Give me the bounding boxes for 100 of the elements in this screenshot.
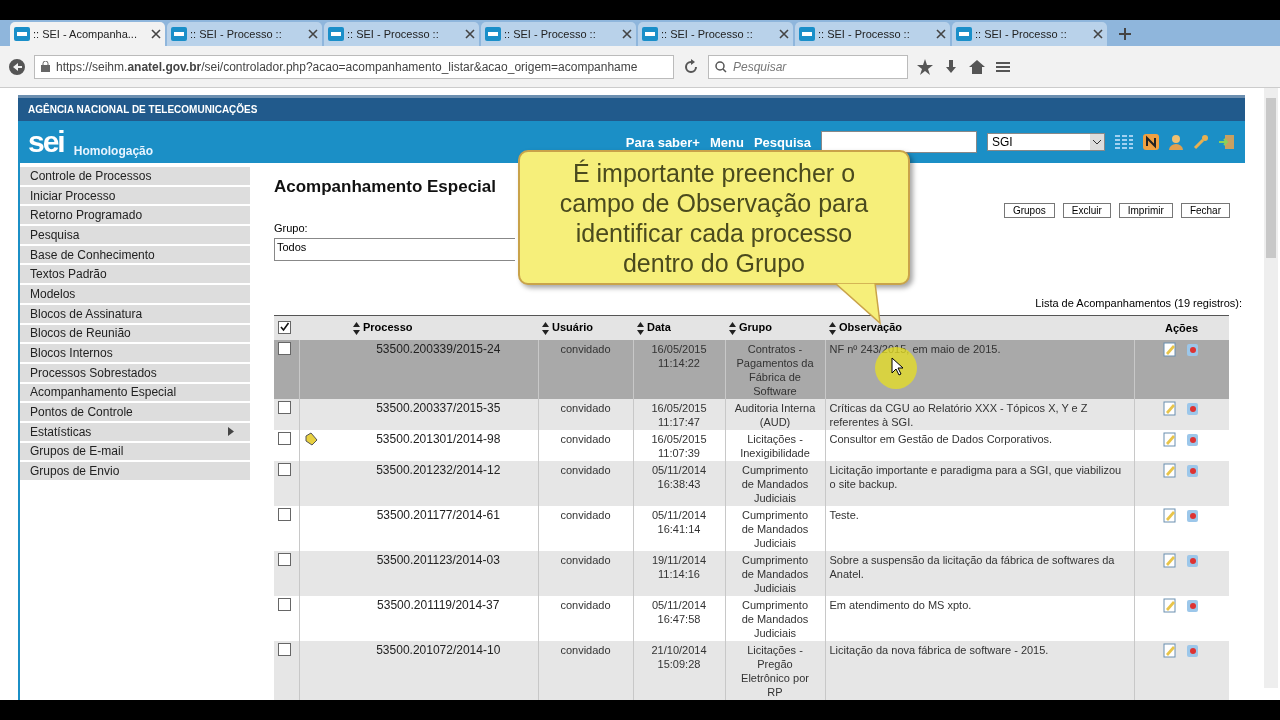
process-link[interactable]: 53500.201301/2014-98	[343, 432, 534, 446]
reload-icon[interactable]	[682, 57, 700, 76]
sort-icon[interactable]	[637, 321, 644, 335]
new-tab-icon[interactable]	[1119, 28, 1131, 40]
browser-tab[interactable]: :: SEI - Processo ::	[952, 22, 1107, 46]
remove-icon[interactable]	[1185, 508, 1201, 523]
row-checkbox[interactable]	[278, 598, 291, 611]
row-checkbox[interactable]	[278, 401, 291, 414]
row-checkbox[interactable]	[278, 643, 291, 656]
sort-icon[interactable]	[729, 321, 736, 335]
process-link[interactable]: 53500.200339/2015-24	[343, 342, 534, 356]
sidebar-item[interactable]: Processos Sobrestados	[20, 363, 250, 382]
sort-icon[interactable]	[353, 321, 360, 335]
sidebar-item[interactable]: Grupos de Envio	[20, 462, 250, 480]
sidebar-item[interactable]: Acompanhamento Especial	[20, 383, 250, 402]
sidebar-item[interactable]: Grupos de E-mail	[20, 442, 250, 461]
process-link[interactable]: 53500.201232/2014-12	[343, 463, 534, 477]
sort-icon[interactable]	[829, 321, 836, 335]
observation-text: Sobre a suspensão da licitação da fábrica de softwares da Anatel.	[829, 554, 1115, 580]
column-header[interactable]: Grupo	[739, 321, 772, 334]
unit-select[interactable]: SGI	[987, 133, 1105, 151]
date-text: 16/05/2015 11:07:39	[650, 432, 708, 460]
process-link[interactable]: 53500.201177/2014-61	[343, 508, 534, 522]
sidebar-item[interactable]: Blocos de Reunião	[20, 324, 250, 343]
sort-icon[interactable]	[542, 321, 549, 335]
back-icon[interactable]	[8, 57, 26, 76]
process-link[interactable]: 53500.201119/2014-37	[343, 598, 534, 612]
browser-tab[interactable]: :: SEI - Acompanha...	[10, 22, 165, 46]
group-text: Cumprimento de Mandados Judiciais	[741, 464, 809, 504]
header-link[interactable]: Para saber+	[625, 134, 700, 150]
action-button[interactable]: Imprimir	[1118, 203, 1173, 218]
remove-icon[interactable]	[1185, 643, 1201, 658]
process-link[interactable]: 53500.201072/2014-10	[343, 643, 534, 657]
row-checkbox[interactable]	[278, 432, 291, 445]
address-bar[interactable]: https://seihm.anatel.gov.br/sei/controlador.php?acao=acompanhamento_listar&acao_origem=acompanhame	[34, 54, 674, 79]
home-icon[interactable]	[968, 57, 986, 76]
process-link[interactable]: 53500.200337/2015-35	[343, 401, 534, 415]
close-icon[interactable]	[151, 29, 161, 39]
group-text: Cumprimento de Mandados Judiciais	[741, 509, 809, 549]
sidebar-item[interactable]: Controle de Processos	[20, 167, 250, 185]
date-text: 05/11/2014 16:47:58	[650, 598, 708, 626]
browser-tab[interactable]: :: SEI - Processo ::	[481, 22, 636, 46]
browser-tab[interactable]: :: SEI - Processo ::	[167, 22, 322, 46]
favicon-icon	[799, 27, 815, 41]
annotation-icon[interactable]	[303, 432, 318, 446]
favicon-icon	[14, 27, 30, 41]
row-checkbox[interactable]	[278, 342, 291, 355]
edit-document-icon[interactable]	[1163, 342, 1178, 357]
sidebar-item[interactable]: Estatísticas	[20, 422, 250, 441]
action-button[interactable]: Grupos	[1003, 203, 1055, 218]
sidebar-item[interactable]: Modelos	[20, 285, 250, 303]
column-header[interactable]: Observação	[839, 321, 902, 334]
column-header[interactable]: Ações	[1165, 322, 1198, 334]
close-icon[interactable]	[465, 29, 475, 39]
browser-tab[interactable]: :: SEI - Processo ::	[324, 22, 479, 46]
remove-icon[interactable]	[1185, 401, 1201, 416]
sidebar-item[interactable]: Textos Padrão	[20, 265, 250, 284]
star-icon[interactable]	[916, 57, 934, 76]
row-checkbox[interactable]	[278, 553, 291, 566]
action-button[interactable]: Fechar	[1180, 203, 1230, 218]
observation-text: NF nº 243/2015, em maio de 2015.	[829, 343, 1001, 355]
dropdown-icon[interactable]	[1090, 134, 1104, 150]
remove-icon[interactable]	[1185, 432, 1201, 447]
remove-icon[interactable]	[1185, 463, 1201, 478]
remove-icon[interactable]	[1185, 342, 1201, 357]
sidebar-item[interactable]: Blocos Internos	[20, 344, 250, 362]
sidebar-item[interactable]: Blocos de Assinatura	[20, 304, 250, 323]
sidebar-item[interactable]: Retorno Programado	[20, 206, 250, 225]
sidebar-item[interactable]: Pontos de Controle	[20, 403, 250, 421]
note-icon[interactable]	[1143, 134, 1159, 150]
close-icon[interactable]	[308, 29, 318, 39]
action-button[interactable]: Excluir	[1062, 203, 1111, 218]
observation-text: Em atendimento do MS xpto.	[829, 599, 972, 611]
user-text: convidado	[560, 343, 611, 355]
observation-text: Teste.	[829, 509, 859, 521]
row-checkbox[interactable]	[278, 508, 291, 521]
close-icon[interactable]	[622, 29, 632, 39]
column-header[interactable]: Processo	[363, 321, 413, 334]
search-icon	[715, 60, 727, 73]
group-select[interactable]: Todos	[274, 238, 515, 261]
browser-tab[interactable]: :: SEI - Processo ::	[795, 22, 950, 46]
header-link[interactable]: Menu	[709, 134, 744, 150]
remove-icon[interactable]	[1185, 598, 1201, 613]
sidebar-item[interactable]: Base de Conhecimento	[20, 245, 250, 264]
sidebar-item[interactable]: Iniciar Processo	[20, 186, 250, 205]
select-all-checkbox[interactable]	[278, 320, 291, 334]
close-icon[interactable]	[779, 29, 789, 39]
close-icon[interactable]	[936, 29, 946, 39]
column-header[interactable]: Data	[647, 321, 671, 334]
close-icon[interactable]	[1093, 29, 1103, 39]
date-text: 19/11/2014 11:14:16	[650, 553, 708, 581]
header-search-field[interactable]	[821, 131, 977, 153]
browser-tab[interactable]: :: SEI - Processo ::	[638, 22, 793, 46]
process-link[interactable]: 53500.201123/2014-03	[343, 553, 534, 567]
row-checkbox[interactable]	[278, 463, 291, 476]
sidebar-item[interactable]: Pesquisa	[20, 226, 250, 244]
browser-search-field[interactable]: Pesquisar	[708, 54, 908, 79]
remove-icon[interactable]	[1185, 553, 1201, 568]
scrollbar[interactable]	[1264, 88, 1278, 688]
header-link[interactable]: Pesquisa	[753, 134, 811, 150]
